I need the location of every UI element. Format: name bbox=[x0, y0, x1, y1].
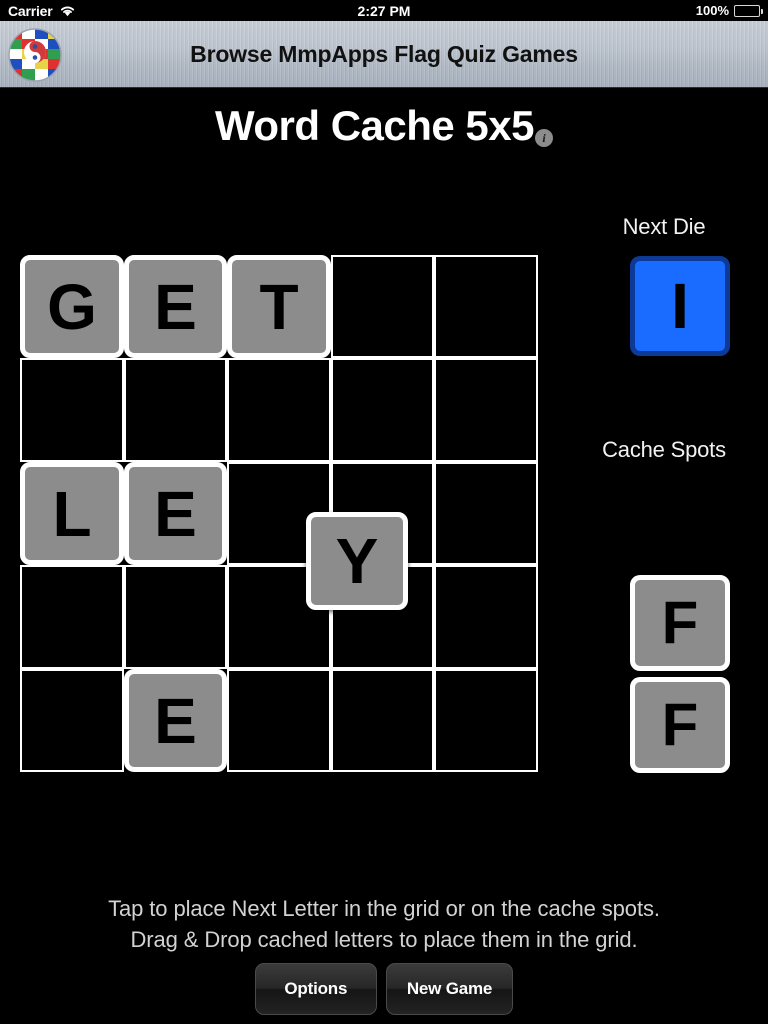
ad-banner[interactable]: Browse MmpApps Flag Quiz Games bbox=[0, 21, 768, 88]
instruction-line-2: Drag & Drop cached letters to place them… bbox=[130, 927, 638, 952]
cache-tile[interactable]: F bbox=[630, 575, 730, 671]
grid-cell-empty[interactable] bbox=[227, 669, 331, 772]
flag-globe-logo-icon bbox=[5, 25, 65, 85]
grid-cell-empty[interactable] bbox=[124, 565, 227, 669]
new-game-button[interactable]: New Game bbox=[385, 963, 514, 1015]
cache-spots-label: Cache Spots bbox=[602, 437, 726, 462]
word-grid[interactable]: GETLEEY bbox=[20, 255, 538, 772]
button-row: Options New Game bbox=[0, 963, 768, 1015]
grid-tile[interactable]: T bbox=[227, 255, 331, 358]
ad-banner-title: Browse MmpApps Flag Quiz Games bbox=[190, 40, 578, 67]
next-die-label: Next Die bbox=[622, 214, 706, 239]
dragging-tile[interactable]: Y bbox=[306, 512, 408, 610]
grid-cell-empty[interactable] bbox=[331, 358, 434, 462]
grid-tile[interactable]: E bbox=[124, 669, 227, 772]
battery-percent-label: 100% bbox=[695, 3, 729, 18]
options-button[interactable]: Options bbox=[254, 963, 377, 1015]
cache-tile[interactable]: F bbox=[630, 677, 730, 773]
instructions: Tap to place Next Letter in the grid or … bbox=[0, 893, 768, 955]
grid-cell-empty[interactable] bbox=[20, 565, 124, 669]
status-bar-right: 100% bbox=[695, 0, 763, 21]
grid-cell-empty[interactable] bbox=[124, 358, 227, 462]
grid-cell-empty[interactable] bbox=[331, 669, 434, 772]
battery-icon bbox=[734, 4, 763, 17]
status-bar: Carrier 2:27 PM 100% bbox=[0, 0, 768, 21]
grid-cell-empty[interactable] bbox=[434, 358, 538, 462]
grid-cell-empty[interactable] bbox=[20, 669, 124, 772]
page-title-row: Word Cache 5x5 i bbox=[0, 98, 768, 154]
grid-cell-empty[interactable] bbox=[434, 565, 538, 669]
next-die-tile[interactable]: I bbox=[630, 256, 730, 356]
right-rail: Next Die I Cache Spots F F bbox=[560, 200, 768, 800]
status-bar-clock: 2:27 PM bbox=[357, 2, 411, 19]
grid-cell-empty[interactable] bbox=[434, 669, 538, 772]
grid-cell-empty[interactable] bbox=[434, 462, 538, 565]
grid-tile[interactable]: G bbox=[20, 255, 124, 358]
instruction-line-1: Tap to place Next Letter in the grid or … bbox=[108, 896, 660, 921]
grid-cell-empty[interactable] bbox=[331, 255, 434, 358]
info-icon[interactable]: i bbox=[535, 129, 553, 147]
grid-tile[interactable]: E bbox=[124, 462, 227, 565]
grid-cell-empty[interactable] bbox=[20, 358, 124, 462]
grid-cell-empty[interactable] bbox=[434, 255, 538, 358]
page-title: Word Cache 5x5 bbox=[214, 102, 535, 149]
grid-tile[interactable]: L bbox=[20, 462, 124, 565]
grid-tile[interactable]: E bbox=[124, 255, 227, 358]
grid-cell-empty[interactable] bbox=[227, 358, 331, 462]
